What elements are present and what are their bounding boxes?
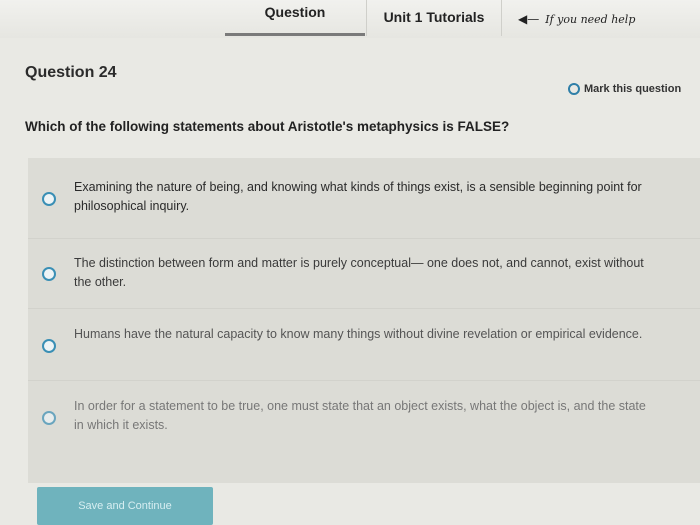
mark-question-toggle[interactable]: Mark this question	[568, 83, 681, 95]
answer-option-1[interactable]: Examining the nature of being, and knowi…	[28, 170, 700, 238]
answer-text: Humans have the natural capacity to know…	[74, 327, 643, 341]
mark-question-label: Mark this question	[584, 83, 682, 95]
annotation-text: If you need help	[545, 12, 636, 26]
save-and-continue-button[interactable]: Save and Continue	[37, 487, 213, 525]
answer-options: Examining the nature of being, and knowi…	[28, 158, 700, 483]
answer-text: The distinction between form and matter …	[74, 256, 644, 289]
handwritten-annotation: ◀— If you need help	[518, 12, 635, 26]
answer-option-4[interactable]: In order for a statement to be true, one…	[28, 380, 700, 460]
question-number: Question 24	[25, 64, 117, 81]
tab-bar: Question Unit 1 Tutorials ◀— If you need…	[0, 0, 700, 38]
answer-option-2[interactable]: The distinction between form and matter …	[28, 238, 700, 308]
question-text: Which of the following statements about …	[25, 119, 510, 134]
arrow-left-icon: ◀—	[518, 12, 540, 26]
radio-button[interactable]	[42, 339, 56, 353]
answer-text: Examining the nature of being, and knowi…	[74, 180, 642, 213]
radio-button[interactable]	[42, 411, 56, 425]
tab-question[interactable]: Question	[225, 0, 365, 36]
tab-unit-1-tutorials[interactable]: Unit 1 Tutorials	[366, 0, 502, 36]
radio-button[interactable]	[42, 267, 56, 281]
circle-icon	[568, 83, 580, 95]
answer-option-3[interactable]: Humans have the natural capacity to know…	[28, 308, 700, 380]
radio-button[interactable]	[42, 192, 56, 206]
answer-text: In order for a statement to be true, one…	[74, 399, 646, 432]
